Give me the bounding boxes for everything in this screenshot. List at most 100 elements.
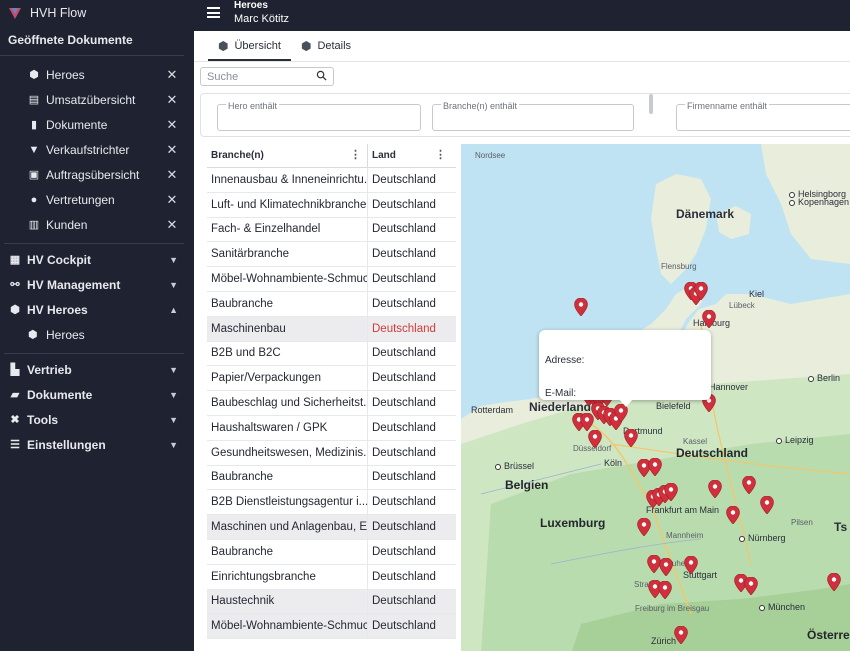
column-menu-icon[interactable]: ⋮ [435,150,446,161]
nav-einstellungen[interactable]: ☰ Einstellungen ▼ [0,432,194,457]
map-city-name: Brüssel [504,461,535,471]
map-pin-icon[interactable] [588,430,602,448]
table-row[interactable]: Baubeschlag und Sicherheitst... Deutschla… [207,391,456,416]
panel-resize-handle[interactable] [649,94,653,114]
tab-uebersicht[interactable]: ⬢ Übersicht [208,39,291,61]
map-pin-icon[interactable] [658,581,672,599]
map-pin-icon[interactable] [827,573,841,591]
table-row[interactable]: Einrichtungsbranche Deutschland [207,564,456,590]
search-input[interactable]: Suche [200,67,334,86]
cell-branche: Haushaltswaren / GPK [207,415,368,440]
nav-label: Einstellungen [27,437,106,452]
open-doc-umsatz[interactable]: ▤ Umsatzübersicht ✕ [0,87,194,112]
table-row[interactable]: Möbel-Wohnambiente-Schmuck Deutschland [207,267,456,292]
search-placeholder: Suche [207,70,239,83]
table-row[interactable]: B2B Dienstleistungsagentur i... Deutschla… [207,490,456,516]
chart-icon: ▙ [10,364,20,376]
table-row[interactable]: Luft- und Klimatechnikbranche Deutschland [207,192,456,218]
table-row[interactable]: Haushaltswaren / GPK Deutschland [207,415,456,441]
table-row[interactable]: Baubranche Deutschland [207,291,456,317]
brand[interactable]: HVH Flow [0,0,194,26]
table-row[interactable]: Papier/Verpackungen Deutschland [207,366,456,392]
cell-land: Deutschland [372,421,436,434]
map-pin-icon[interactable] [637,518,651,536]
page-title: Heroes [234,0,268,11]
close-icon[interactable]: ✕ [166,192,178,208]
map-pin-icon[interactable] [708,480,722,498]
menu-icon[interactable] [207,7,220,18]
close-icon[interactable]: ✕ [166,217,178,233]
map-pin-icon[interactable] [624,429,638,447]
nav-hv-management[interactable]: ⚯ HV Management ▼ [0,272,194,297]
table-row[interactable]: Fach- & Einzelhandel Deutschland [207,217,456,243]
table-row[interactable]: Möbel-Wohnambiente-Schmuck Deutschland [207,614,456,640]
table-row-selected[interactable]: Maschinenbau Deutschland [207,316,456,342]
map-pin-icon[interactable] [702,310,716,328]
nav-tools[interactable]: ✖ Tools ▼ [0,407,194,432]
column-header-branche[interactable]: Branche(n) ⋮ [207,144,368,167]
nav-label: Dokumente [27,387,93,402]
table-row[interactable]: Gesundheitswesen, Medizinis... Deutschlan… [207,440,456,466]
map-pin-icon[interactable] [726,506,740,524]
open-doc-heroes[interactable]: ⬢ Heroes ✕ [0,62,194,87]
map-pin-icon[interactable] [742,476,756,494]
map-pin-icon[interactable] [574,298,588,316]
open-doc-kunden[interactable]: ▥ Kunden ✕ [0,212,194,237]
close-icon[interactable]: ✕ [166,92,178,108]
map-pin-icon[interactable] [659,558,673,576]
open-doc-label: Vertretungen [46,192,115,207]
table-row[interactable]: Maschinen und Anlagenbau, E... Deutschlan… [207,515,456,540]
open-doc-verkaufstrichter[interactable]: ▼ Verkaufstrichter ✕ [0,137,194,162]
table-row[interactable]: Sanitärbranche Deutschland [207,242,456,268]
map-label-luxemburg: Luxemburg [540,516,606,530]
open-doc-vertretungen[interactable]: ● Vertretungen ✕ [0,187,194,212]
nav-sub-heroes[interactable]: ⬢ Heroes [0,322,194,347]
nav-hv-heroes[interactable]: ⬢ HV Heroes ▲ [0,297,194,322]
cell-branche: Luft- und Klimatechnikbranche [207,192,368,217]
cell-branche: Innenausbau & Inneneinrichtu... [207,168,368,192]
nav-vertrieb[interactable]: ▙ Vertrieb ▼ [0,357,194,382]
cell-branche: Baubranche [207,291,368,316]
nav-hv-cockpit[interactable]: ▦ HV Cockpit ▼ [0,247,194,272]
map-pin-icon[interactable] [664,483,678,501]
map-label-ts: Ts [834,520,848,534]
close-icon[interactable]: ✕ [166,67,178,83]
map-pin-icon[interactable] [674,626,688,644]
open-doc-auftrag[interactable]: ▣ Auftragsübersicht ✕ [0,162,194,187]
cell-land: Deutschland [372,595,436,608]
table-row[interactable]: Haustechnik Deutschland [207,589,456,615]
column-menu-icon[interactable]: ⋮ [350,150,361,161]
cell-land: Deutschland [372,273,436,286]
map-label-bruessel: Brüssel [495,461,534,471]
cell-branche: Möbel-Wohnambiente-Schmuck [207,614,368,639]
open-doc-dokumente[interactable]: ▮ Dokumente ✕ [0,112,194,137]
cell-land: Deutschland [372,496,436,509]
map-pin-icon[interactable] [684,556,698,574]
map-pin-icon[interactable] [760,496,774,514]
close-icon[interactable]: ✕ [166,167,178,183]
cell-branche: Maschinenbau [207,316,368,341]
map-view[interactable]: Nordsee Dänemark Helsingborg Kopenhagen … [461,144,850,651]
map-pin-icon[interactable] [648,458,662,476]
nav-dokumente[interactable]: ▰ Dokumente ▼ [0,382,194,407]
map-label-nuernberg: Nürnberg [739,533,786,543]
column-header-label: Branche(n) [211,150,264,161]
table-row[interactable]: Baubranche Deutschland [207,465,456,491]
map-info-popup[interactable]: Adresse: E-Mail: [539,330,711,400]
close-icon[interactable]: ✕ [166,142,178,158]
table-row[interactable]: Innenausbau & Inneneinrichtu... Deutschla… [207,168,456,193]
map-pin-icon[interactable] [694,282,708,300]
map-city-name: Kopenhagen [798,197,850,207]
cell-branche: Möbel-Wohnambiente-Schmuck [207,267,368,291]
hexagon-gear-icon: ⬢ [29,69,39,81]
filter-branche[interactable]: Branche(n) enthält [432,101,634,131]
filter-firmenname[interactable]: Firmenname enthält [676,101,850,131]
table-row[interactable]: Baubranche Deutschland [207,539,456,565]
map-pin-icon[interactable] [744,577,758,595]
close-icon[interactable]: ✕ [166,117,178,133]
filter-hero[interactable]: Hero enthält [217,101,421,131]
table-row[interactable]: B2B und B2C Deutschland [207,341,456,367]
tab-details[interactable]: ⬢ Details [291,39,361,61]
map-label-mannheim: Mannheim [666,531,704,540]
column-header-land[interactable]: Land ⋮ [368,144,452,167]
